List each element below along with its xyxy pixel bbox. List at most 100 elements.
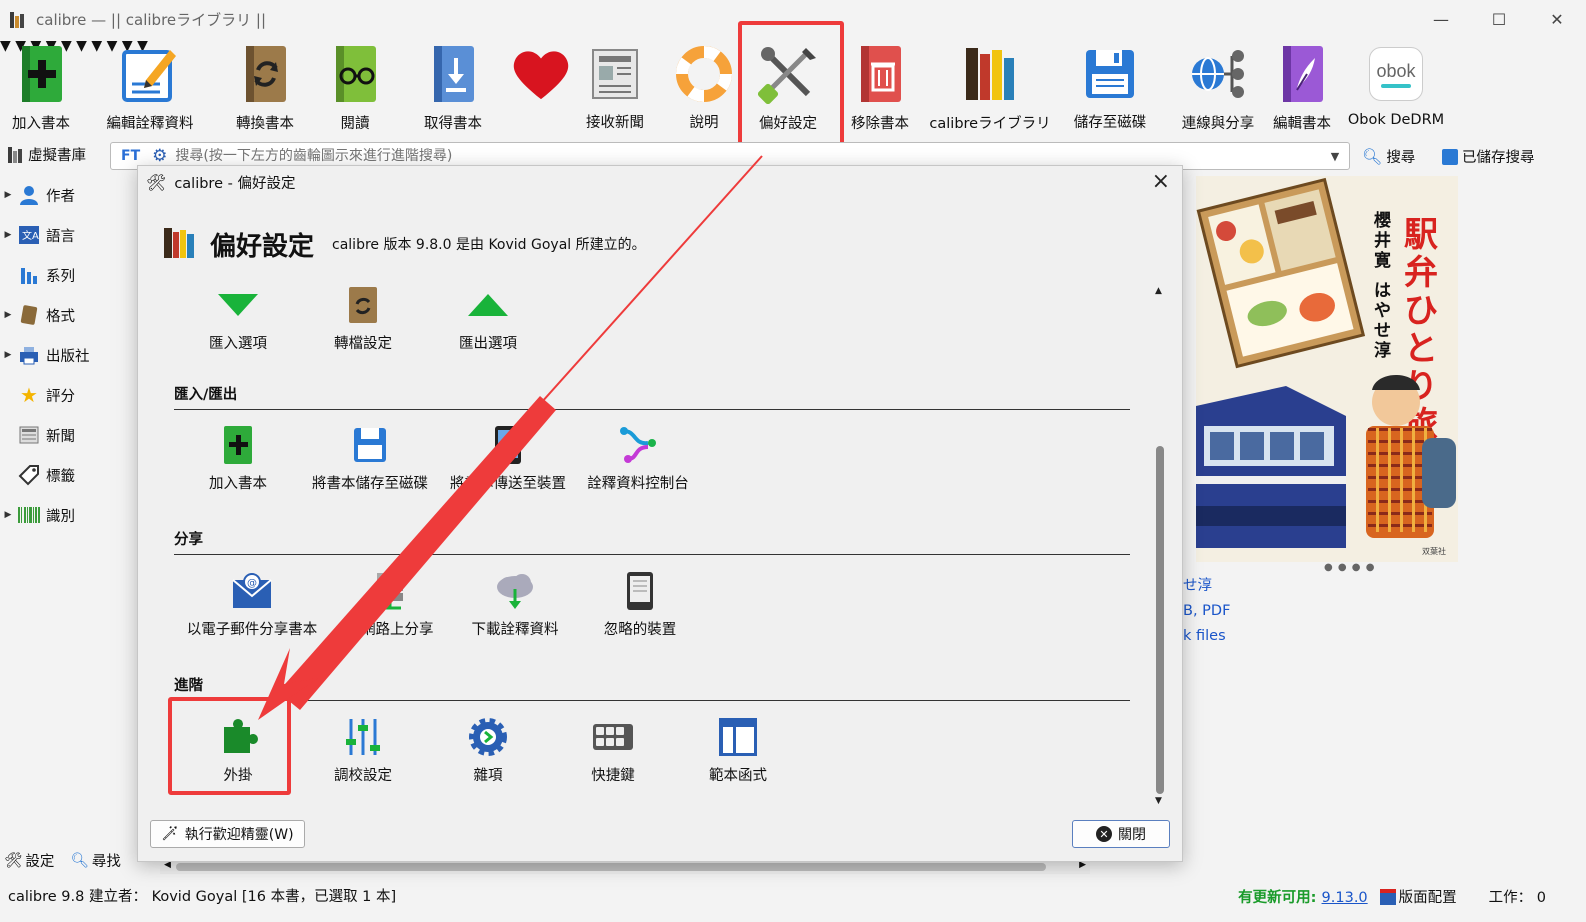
pref-shortcuts[interactable]: 快捷鍵 [543,714,683,785]
splitter-handle[interactable]: ● ● ● ● [1324,562,1375,573]
convert-books-button[interactable]: 轉換書本 [232,42,298,132]
sidebar-item-news[interactable]: 新聞 [0,420,136,450]
person-icon [16,184,42,206]
book-format-icon [16,304,42,326]
dialog-heading: 偏好設定 [210,231,315,262]
scroll-up-arrow-icon[interactable]: ▲ [1155,286,1162,296]
horizontal-scrollbar-thumb[interactable] [176,863,1046,871]
pref-miscellaneous[interactable]: 雜項 [418,714,558,785]
preferences-dialog: 🛠︎ calibre - 偏好設定 × 偏好設定 calibre 版本 9.8.… [137,165,1183,862]
sidebar-item-formats[interactable]: ▶ 格式 [0,300,136,330]
add-books-button[interactable]: 加入書本 [8,42,74,132]
pref-metadata-plugboards[interactable]: 詮釋資料控制台 [568,422,708,493]
gear-icon [464,714,512,760]
reader-glasses-icon [325,44,385,104]
pref-ignored-devices[interactable]: 忽略的裝置 [570,568,710,639]
remove-books-button[interactable]: 移除書本 [848,42,912,132]
pref-sharing-email[interactable]: @ 以電子郵件分享書本 [182,568,322,639]
book-formats-link[interactable]: B, PDF [1183,599,1230,624]
horizontal-scrollbar[interactable]: ◀ ▶ [160,860,1090,874]
email-envelope-icon: @ [228,568,276,614]
expand-arrow-icon[interactable]: ▶ [0,510,16,520]
magic-wand-icon: 🪄︎ [161,826,179,842]
sliders-icon [339,714,387,760]
pref-sharing-server[interactable]: 在網路上分享 [320,568,460,639]
tag-browser-settings-button[interactable]: 🛠︎ 設定 [4,850,54,871]
maximize-button[interactable]: ☐ [1470,0,1528,38]
dialog-vertical-scrollbar[interactable]: ▲ ▼ [1152,286,1168,810]
pref-template-functions[interactable]: 範本函式 [668,714,808,785]
jobs-indicator[interactable]: 工作： 0 [1489,886,1546,907]
update-version-link[interactable]: 9.13.0 [1322,890,1368,906]
search-button[interactable]: 🔍︎ 搜尋 [1362,146,1415,167]
cloud-download-icon [491,568,539,614]
welcome-wizard-button[interactable]: 🪄︎ 執行歡迎精靈(W) [150,820,305,848]
donate-heart-button[interactable] [508,42,574,132]
virtual-library-button[interactable]: 虛擬書庫 [8,144,86,165]
sidebar-item-identifiers[interactable]: ▶ 識別 [0,500,136,530]
convert-book-icon [339,282,387,328]
series-bars-icon [16,264,42,286]
gear-icon[interactable]: ⚙ [152,146,167,166]
pref-tweaks[interactable]: 調校設定 [293,714,433,785]
book-cover[interactable]: 駅 弁 ひ と り 旅 櫻 井 寛 は や せ 淳 双葉社 [1196,176,1458,562]
pref-export-options[interactable]: 匯出選項 [418,282,558,353]
svg-text:文A: 文A [22,229,39,242]
scroll-down-arrow-icon[interactable]: ▼ [1155,796,1162,806]
network-globe-icon [1188,44,1248,104]
svg-text:双葉社: 双葉社 [1422,546,1446,556]
close-window-button[interactable]: ✕ [1528,0,1586,38]
saved-search-icon [1442,148,1458,165]
pref-import-options[interactable]: 匯入選項 [168,282,308,353]
dialog-close-button[interactable]: ✕ 關閉 [1072,820,1170,848]
expand-arrow-icon[interactable]: ▶ [0,350,16,360]
pref-saving-books[interactable]: 將書本儲存至磁碟 [300,422,440,493]
connect-share-button[interactable]: 連線與分享 [1176,42,1260,132]
tag-browser-find-button[interactable]: 🔍︎ 尋找 [70,850,120,871]
edit-metadata-button[interactable]: 編輯詮釋資料 [100,42,200,132]
edit-book-button[interactable]: 編輯書本 [1268,42,1336,132]
fetch-news-dropdown[interactable]: ▼ [76,38,87,54]
expand-arrow-icon[interactable]: ▶ [0,310,16,320]
pref-conversion[interactable]: 轉檔設定 [293,282,433,353]
dialog-scrollbar-thumb[interactable] [1156,446,1164,794]
search-input[interactable] [175,148,1321,164]
saved-search-button[interactable]: 已儲存搜尋 [1442,146,1535,167]
heart-icon [511,44,571,104]
sidebar-item-languages[interactable]: ▶ 文A 語言 [0,220,136,250]
layout-button[interactable]: 版面配置 [1379,886,1457,907]
svg-text:井: 井 [1374,230,1391,251]
update-available: 有更新可用: 9.13.0 [1238,890,1368,906]
library-icon [8,146,22,163]
save-to-disk-button[interactable]: 儲存至磁碟 [1068,42,1152,132]
book-author-link[interactable]: せ淳 [1183,574,1230,599]
minimize-button[interactable]: — [1412,0,1470,38]
sidebar-item-tags[interactable]: 標籤 [0,460,136,490]
dialog-close-icon[interactable]: × [1152,169,1170,194]
svg-text:と: と [1404,329,1438,369]
download-book-icon [423,44,483,104]
sidebar-item-series[interactable]: 系列 [0,260,136,290]
sidebar-item-rating[interactable]: ★ 評分 [0,380,136,410]
layout-icon [1379,888,1396,905]
book-folder-link[interactable]: k files [1183,624,1230,649]
tag-browser-footer: 🛠︎ 設定 🔍︎ 尋找 [4,850,121,871]
get-books-button[interactable]: 取得書本 [418,42,488,132]
search-history-dropdown[interactable]: ▼ [1321,150,1349,163]
pref-sending-to-device[interactable]: 將書本傳送至裝置 [438,422,578,493]
view-button[interactable]: 閱讀 [330,42,380,132]
svg-text:ひ: ひ [1404,291,1438,331]
pref-metadata-download[interactable]: 下載詮釋資料 [445,568,585,639]
help-button[interactable]: 說明 [674,42,734,132]
full-text-search-icon[interactable]: FT [121,148,140,164]
status-bar: calibre 9.8 建立者： Kovid Goyal [16 本書，已選取 … [0,880,1586,910]
fetch-news-button[interactable]: 接收新聞 [580,42,650,132]
library-button[interactable]: calibreライブラリ [929,42,1051,132]
sidebar-item-authors[interactable]: ▶ 作者 [0,180,136,210]
sidebar-item-publisher[interactable]: ▶ 出版社 [0,340,136,370]
expand-arrow-icon[interactable]: ▶ [0,190,16,200]
obok-dedrm-button[interactable]: obok Obok DeDRM [1346,42,1446,132]
pref-adding-books[interactable]: 加入書本 [168,422,308,493]
expand-arrow-icon[interactable]: ▶ [0,230,16,240]
trash-book-icon [850,44,910,104]
